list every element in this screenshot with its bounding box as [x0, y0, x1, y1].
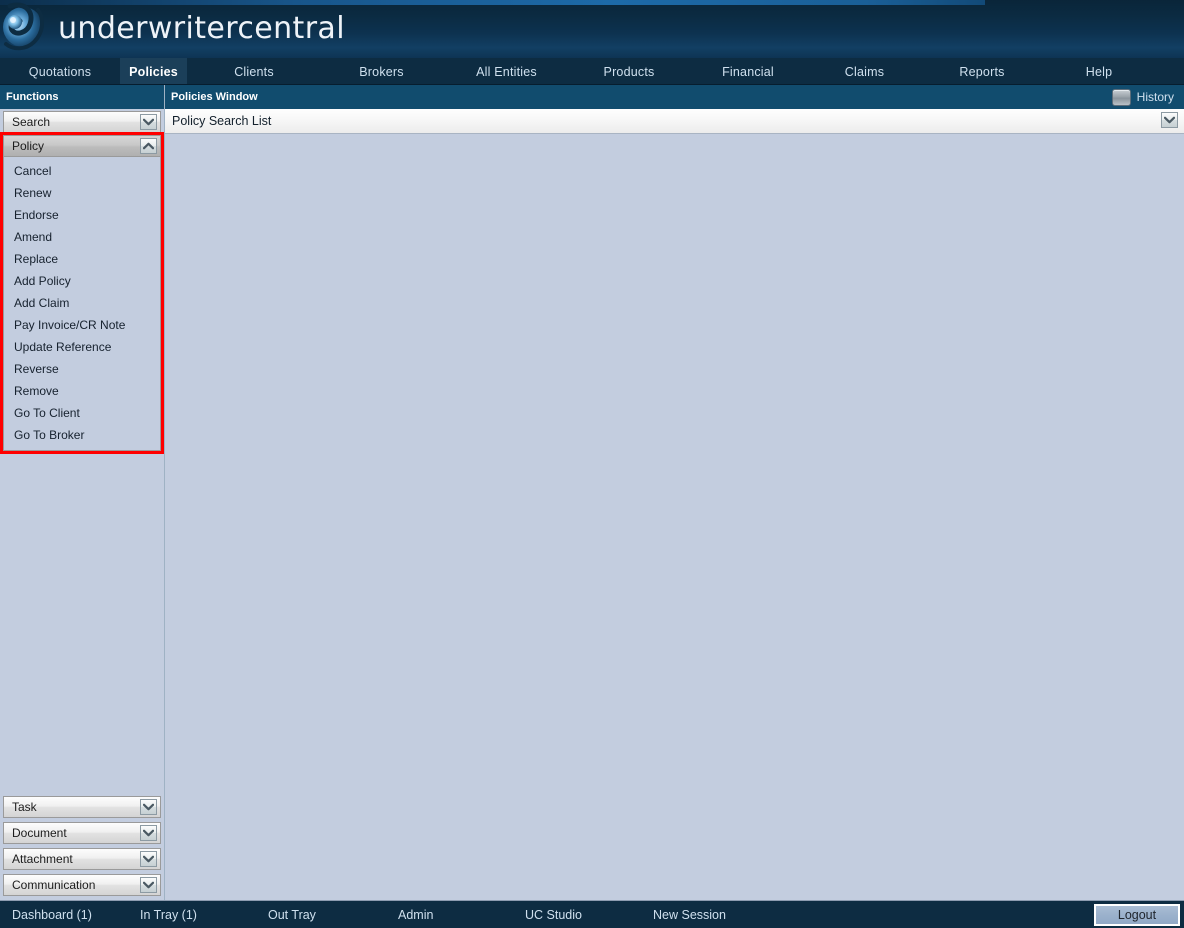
- logout-button[interactable]: Logout: [1094, 904, 1180, 926]
- main-navigation: Quotations Policies Clients Brokers All Enti…: [0, 58, 1184, 85]
- chevron-down-icon[interactable]: [140, 825, 157, 841]
- policy-menu-item-replace[interactable]: Replace: [4, 248, 160, 270]
- sidebar-section-communication-label: Communication: [12, 878, 96, 892]
- chevron-up-icon[interactable]: [140, 138, 157, 154]
- sidebar-section-task-label: Task: [12, 800, 37, 814]
- chevron-down-icon[interactable]: [140, 799, 157, 815]
- chevron-down-icon[interactable]: [140, 877, 157, 893]
- policy-search-list-label: Policy Search List: [172, 114, 272, 128]
- nav-tab-brokers[interactable]: Brokers: [321, 58, 442, 85]
- sidebar-section-search-label: Search: [12, 115, 51, 129]
- policy-menu-item-update-reference[interactable]: Update Reference: [4, 336, 160, 358]
- policy-menu-item-go-to-client[interactable]: Go To Client: [4, 402, 160, 424]
- policy-menu-item-add-policy[interactable]: Add Policy: [4, 270, 160, 292]
- sidebar-section-policy[interactable]: Policy: [3, 135, 161, 157]
- footer-item-admin[interactable]: Admin: [398, 908, 433, 922]
- swirl-logo-icon: [3, 2, 45, 51]
- policies-workspace: [165, 134, 1184, 900]
- policies-window-title: Policies Window: [171, 91, 258, 103]
- nav-tab-claims[interactable]: Claims: [809, 58, 920, 85]
- footer-item-uc-studio[interactable]: UC Studio: [525, 908, 582, 922]
- functions-sidebar: Search Policy Cancel Renew Endorse Amend Rep…: [0, 109, 165, 900]
- sidebar-section-document[interactable]: Document: [3, 822, 161, 844]
- sidebar-section-communication[interactable]: Communication: [3, 874, 161, 896]
- sidebar-section-task[interactable]: Task: [3, 796, 161, 818]
- body-region: Search Policy Cancel Renew Endorse Amend Rep…: [0, 109, 1184, 900]
- nav-tab-all-entities[interactable]: All Entities: [442, 58, 571, 85]
- chevron-down-icon[interactable]: [140, 114, 157, 130]
- policy-menu-item-go-to-broker[interactable]: Go To Broker: [4, 424, 160, 446]
- policy-menu-item-pay-invoice-cr-note[interactable]: Pay Invoice/CR Note: [4, 314, 160, 336]
- footer-item-out-tray[interactable]: Out Tray: [268, 908, 316, 922]
- chevron-down-icon[interactable]: [1161, 112, 1178, 128]
- sidebar-section-search[interactable]: Search: [3, 111, 161, 133]
- policies-window-title-bar: Policies Window History: [165, 85, 1184, 109]
- sidebar-section-attachment[interactable]: Attachment: [3, 848, 161, 870]
- brand-title: underwritercentral: [58, 11, 345, 46]
- status-footer: New Session UC Studio Admin Out Tray In Tray…: [0, 900, 1184, 928]
- application-window: underwritercentral Quotations Policies Cli…: [0, 0, 1184, 928]
- nav-tab-products[interactable]: Products: [571, 58, 687, 85]
- nav-tab-reports[interactable]: Reports: [920, 58, 1044, 85]
- policy-menu-item-reverse[interactable]: Reverse: [4, 358, 160, 380]
- sidebar-section-document-label: Document: [12, 826, 67, 840]
- history-icon: [1111, 88, 1131, 106]
- policy-menu-item-cancel[interactable]: Cancel: [4, 160, 160, 182]
- nav-tab-help[interactable]: Help: [1044, 58, 1154, 85]
- footer-item-dashboard-1[interactable]: Dashboard (1): [12, 908, 92, 922]
- nav-tab-quotations[interactable]: Quotations: [0, 58, 120, 85]
- nav-tab-financial[interactable]: Financial: [687, 58, 809, 85]
- subheader-bar: Functions Policies Window History: [0, 85, 1184, 109]
- policy-menu-item-remove[interactable]: Remove: [4, 380, 160, 402]
- policies-main-content: Policy Search List: [165, 109, 1184, 900]
- sidebar-section-attachment-label: Attachment: [12, 852, 73, 866]
- policy-search-list-bar[interactable]: Policy Search List: [165, 109, 1184, 134]
- sidebar-bottom-sections: Task Document Attachment Communication: [0, 792, 164, 900]
- nav-tab-policies[interactable]: Policies: [120, 58, 187, 85]
- policy-menu-item-add-claim[interactable]: Add Claim: [4, 292, 160, 314]
- policy-menu-item-amend[interactable]: Amend: [4, 226, 160, 248]
- sidebar-section-policy-label: Policy: [12, 139, 45, 153]
- policy-menu-item-renew[interactable]: Renew: [4, 182, 160, 204]
- chevron-down-icon[interactable]: [140, 851, 157, 867]
- footer-item-new-session[interactable]: New Session: [653, 908, 726, 922]
- policy-menu-list: Cancel Renew Endorse Amend Replace Add Policy…: [3, 157, 161, 451]
- functions-panel-title: Functions: [0, 85, 165, 109]
- accent-strip: [0, 0, 985, 5]
- history-button[interactable]: History: [1111, 85, 1174, 109]
- brand-header: underwritercentral: [0, 0, 1184, 58]
- nav-tab-clients[interactable]: Clients: [187, 58, 321, 85]
- policy-menu-item-endorse[interactable]: Endorse: [4, 204, 160, 226]
- history-label: History: [1136, 90, 1174, 104]
- footer-item-in-tray-1[interactable]: In Tray (1): [140, 908, 197, 922]
